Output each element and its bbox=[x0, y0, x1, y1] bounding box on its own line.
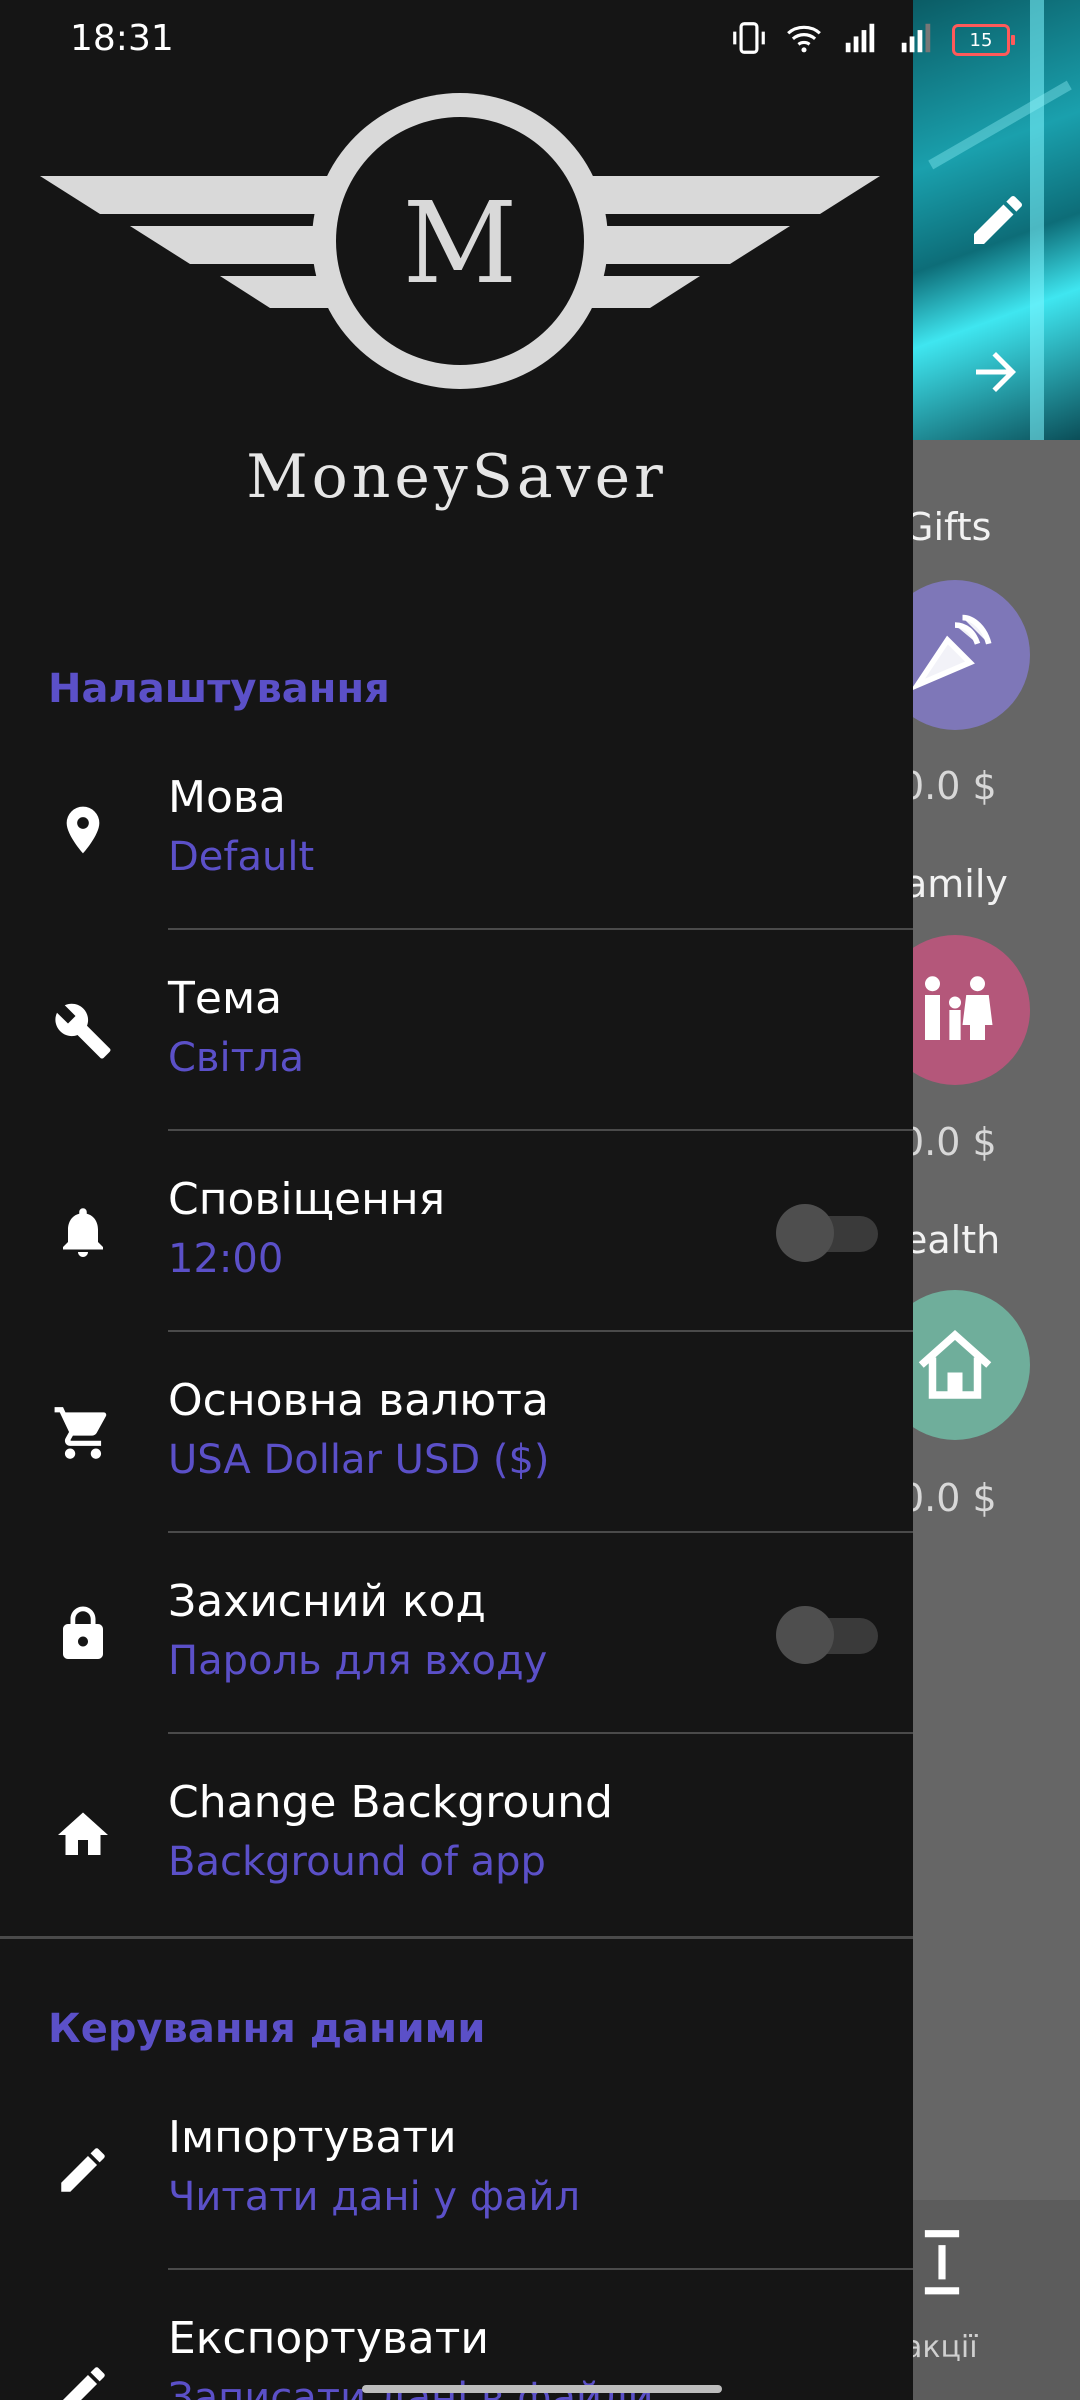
edit-icon[interactable] bbox=[966, 188, 1030, 256]
bell-icon bbox=[48, 1197, 118, 1267]
settings-item-notifications[interactable]: Сповіщення 12:00 bbox=[0, 1132, 913, 1332]
section-title-settings: Налаштування bbox=[48, 666, 390, 712]
battery-icon: 15 bbox=[952, 24, 1015, 56]
signal-icon bbox=[840, 19, 880, 61]
navigation-drawer: M MoneySaver Налаштування Мова Default Т… bbox=[0, 0, 913, 2400]
settings-item-currency[interactable]: Основна валюта USA Dollar USD ($) bbox=[0, 1333, 913, 1533]
notifications-toggle[interactable] bbox=[776, 1202, 880, 1262]
category-label: Gifts bbox=[904, 505, 992, 549]
category-amount: 0.0 $ bbox=[900, 1120, 997, 1164]
item-title: Експортувати bbox=[168, 2313, 489, 2364]
vibrate-icon bbox=[730, 19, 768, 61]
item-title: Основна валюта bbox=[168, 1375, 549, 1426]
section-title-data-management: Керування даними bbox=[48, 2006, 486, 2052]
item-subtitle: 12:00 bbox=[168, 1236, 284, 1282]
item-subtitle: Пароль для входу bbox=[168, 1638, 548, 1684]
divider bbox=[168, 1732, 913, 1734]
app-name: MoneySaver bbox=[246, 442, 667, 512]
battery-level: 15 bbox=[969, 29, 993, 51]
pencil-icon bbox=[48, 2135, 118, 2205]
category-amount: 0.0 $ bbox=[900, 764, 997, 808]
home-indicator[interactable] bbox=[362, 2385, 722, 2393]
app-logo: M bbox=[40, 93, 880, 389]
settings-item-theme[interactable]: Тема Світла bbox=[0, 931, 913, 1131]
category-amount: 0.0 $ bbox=[900, 1476, 997, 1520]
divider bbox=[168, 2268, 913, 2270]
item-subtitle: Читати дані у файл bbox=[168, 2174, 581, 2220]
item-subtitle: USA Dollar USD ($) bbox=[168, 1437, 550, 1483]
wrench-icon bbox=[48, 996, 118, 1066]
signal-icon bbox=[896, 19, 936, 61]
item-subtitle: Background of app bbox=[168, 1839, 546, 1885]
category-label: ealth bbox=[904, 1218, 1001, 1262]
bottom-nav-label[interactable]: акції bbox=[904, 2330, 978, 2365]
transactions-icon[interactable] bbox=[912, 2228, 972, 2312]
security-code-toggle[interactable] bbox=[776, 1604, 880, 1664]
section-divider bbox=[0, 1936, 913, 1939]
data-item-import[interactable]: Імпортувати Читати дані у файл bbox=[0, 2070, 913, 2270]
settings-item-change-background[interactable]: Change Background Background of app bbox=[0, 1735, 913, 1935]
wifi-icon bbox=[784, 19, 824, 61]
item-title: Імпортувати bbox=[168, 2112, 457, 2163]
item-title: Захисний код bbox=[168, 1576, 486, 1627]
divider bbox=[168, 1531, 913, 1533]
divider bbox=[168, 928, 913, 930]
cart-icon bbox=[48, 1398, 118, 1468]
item-subtitle: Default bbox=[168, 834, 315, 880]
divider bbox=[168, 1330, 913, 1332]
status-bar: 18:31 15 bbox=[0, 0, 1080, 80]
pencil-icon bbox=[48, 2354, 118, 2400]
lock-icon bbox=[48, 1599, 118, 1669]
status-time: 18:31 bbox=[70, 18, 174, 59]
category-label: amily bbox=[904, 862, 1008, 906]
divider bbox=[168, 1129, 913, 1131]
home-icon bbox=[48, 1800, 118, 1870]
item-title: Change Background bbox=[168, 1777, 613, 1828]
item-title: Мова bbox=[168, 772, 286, 823]
data-item-export[interactable]: Експортувати Записати дані в файли bbox=[0, 2271, 913, 2400]
bottom-navigation bbox=[900, 2200, 1080, 2400]
item-title: Тема bbox=[168, 973, 283, 1024]
arrow-right-icon[interactable] bbox=[966, 342, 1026, 406]
item-subtitle: Світла bbox=[168, 1035, 304, 1081]
settings-item-language[interactable]: Мова Default bbox=[0, 730, 913, 930]
settings-item-security-code[interactable]: Захисний код Пароль для входу bbox=[0, 1534, 913, 1734]
location-pin-icon bbox=[48, 795, 118, 865]
logo-letter: M bbox=[403, 179, 518, 309]
item-title: Сповіщення bbox=[168, 1174, 446, 1225]
